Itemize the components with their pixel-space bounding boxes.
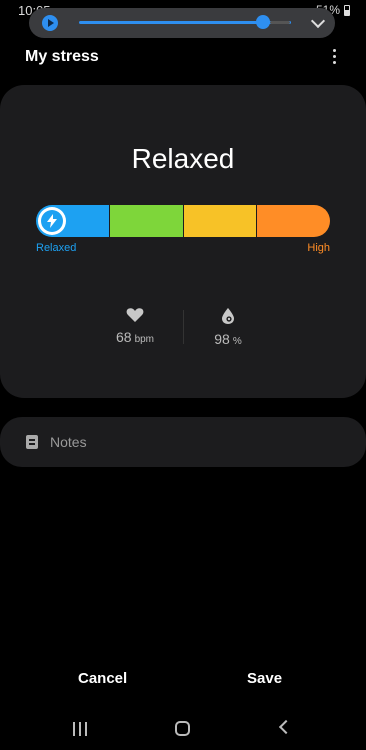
stress-scale-segment [183, 205, 257, 237]
heart-rate-value: 68 [115, 329, 132, 345]
scale-low-label: Relaxed [36, 242, 77, 254]
recent-apps-icon[interactable] [73, 722, 87, 736]
home-icon[interactable] [175, 721, 190, 736]
navigation-bar [0, 708, 366, 750]
note-icon [26, 435, 38, 449]
seek-thumb[interactable] [256, 15, 270, 29]
heart-rate-unit: bpm [134, 334, 155, 345]
more-options-icon[interactable] [324, 47, 344, 67]
stress-marker [38, 207, 66, 235]
play-icon[interactable] [42, 15, 58, 31]
stress-scale-segment [257, 205, 330, 237]
page-title: My stress [25, 48, 99, 65]
back-icon[interactable] [278, 719, 294, 735]
stress-scale-bar [36, 205, 330, 237]
battery-icon [344, 4, 350, 16]
notes-label: Notes [50, 434, 87, 450]
scale-high-label: High [307, 242, 330, 254]
seek-bar-remaining [270, 21, 290, 24]
notes-field[interactable]: Notes [0, 417, 366, 467]
heart-icon [126, 308, 144, 322]
stress-level-label: Relaxed [131, 143, 235, 174]
save-button[interactable]: Save [247, 670, 282, 687]
cancel-button[interactable]: Cancel [78, 670, 127, 687]
heart-rate-metric: 68 bpm [90, 307, 180, 347]
stress-scale-segment [109, 205, 183, 237]
lightning-icon [41, 210, 63, 232]
spo2-metric: 98% [183, 307, 273, 349]
spo2-value: 98 [214, 331, 230, 347]
spo2-unit: % [232, 336, 242, 347]
media-control-overlay [29, 8, 335, 38]
blood-drop-icon [222, 308, 234, 324]
stress-card: Relaxed Relaxed High 68 bpm 98% [0, 85, 366, 398]
chevron-down-icon[interactable] [307, 12, 329, 34]
